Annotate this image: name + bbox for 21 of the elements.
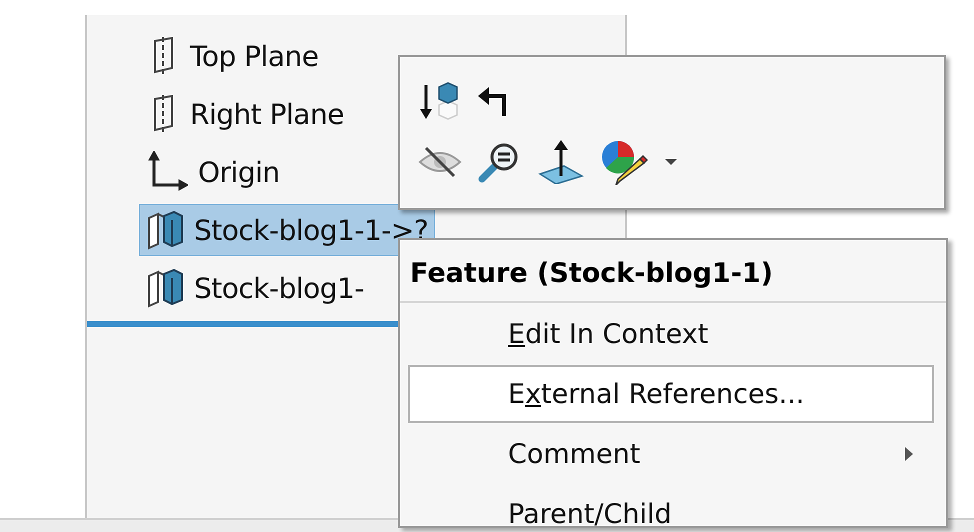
menu-item[interactable]: External References... — [408, 365, 934, 423]
tree-item[interactable]: Right Plane — [139, 88, 351, 140]
tree-label: Top Plane — [190, 40, 318, 72]
menu-item[interactable]: Comment — [408, 425, 934, 483]
tree-item[interactable]: Stock-blog1- — [139, 262, 371, 314]
menu-item[interactable]: Edit In Context — [408, 305, 934, 363]
menu-item[interactable]: Parent/Child — [408, 485, 934, 526]
axes-icon — [146, 151, 188, 193]
arrow-plane-icon[interactable] — [538, 140, 584, 184]
tree-label: Right Plane — [190, 98, 344, 130]
part-icon — [146, 268, 184, 308]
ball-pencil-icon[interactable] — [600, 138, 648, 184]
tree-label: Stock-blog1- — [194, 272, 364, 304]
caret-icon[interactable] — [664, 158, 678, 166]
tree-item[interactable]: Top Plane — [139, 30, 326, 82]
tree-item[interactable]: Origin — [139, 146, 287, 198]
part-icon — [146, 210, 184, 250]
tree-item[interactable]: Stock-blog1-1->? — [139, 204, 436, 256]
arrow-cube-icon[interactable] — [418, 80, 460, 122]
menu-title: Feature (Stock-blog1-1) — [400, 240, 946, 303]
tree-label: Origin — [198, 156, 280, 188]
